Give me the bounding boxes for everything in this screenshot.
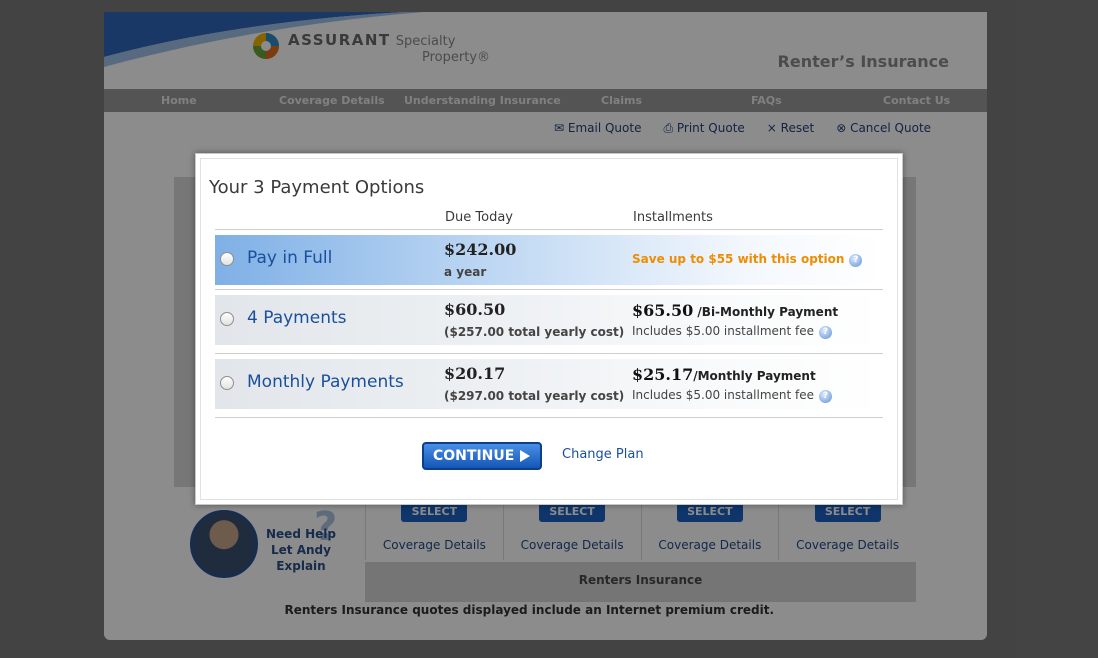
price-subtext: ($297.00 total yearly cost) <box>444 389 625 403</box>
help-icon[interactable]: ? <box>819 326 833 339</box>
monthly-payments-radio[interactable] <box>220 376 234 390</box>
due-today-price: $20.17 <box>444 364 506 383</box>
due-today-price: $60.50 <box>444 300 506 319</box>
divider <box>215 289 883 290</box>
change-plan-link[interactable]: Change Plan <box>562 447 644 462</box>
installment-fee-text: Includes $5.00 installment fee <box>632 388 815 402</box>
option-4-payments[interactable]: 4 Payments $60.50 ($257.00 total yearly … <box>215 295 883 345</box>
dialog-title: Your 3 Payment Options <box>209 177 425 198</box>
installment-amount: $25.17/Monthly Payment <box>632 365 816 384</box>
installment-amount: $65.50 /Bi-Monthly Payment <box>632 301 838 320</box>
continue-button[interactable]: CONTINUE <box>422 442 542 470</box>
price-subtext: a year <box>444 265 487 279</box>
due-today-header: Due Today <box>445 210 513 225</box>
installment-fee: Includes $5.00 installment fee? <box>632 388 833 403</box>
due-today-price: $242.00 <box>444 240 517 259</box>
price-subtext: ($257.00 total yearly cost) <box>444 325 625 339</box>
installment-period: /Bi-Monthly Payment <box>693 305 839 319</box>
installment-price: $25.17 <box>632 365 694 384</box>
installment-fee-text: Includes $5.00 installment fee <box>632 324 815 338</box>
divider <box>215 229 883 230</box>
option-pay-in-full[interactable]: Pay in Full $242.00 a year Save up to $5… <box>215 235 883 285</box>
help-icon[interactable]: ? <box>849 254 863 267</box>
installment-price: $65.50 <box>632 301 694 320</box>
help-icon[interactable]: ? <box>819 390 833 403</box>
option-label[interactable]: Monthly Payments <box>247 372 404 392</box>
savings-text: Save up to $55 with this option <box>632 252 845 266</box>
play-arrow-icon <box>520 450 530 462</box>
four-payments-radio[interactable] <box>220 312 234 326</box>
option-label[interactable]: 4 Payments <box>247 308 347 328</box>
savings-note: Save up to $55 with this option? <box>632 252 863 267</box>
payment-options-dialog: Your 3 Payment Options Due Today Install… <box>195 153 903 505</box>
divider <box>215 417 883 418</box>
option-monthly-payments[interactable]: Monthly Payments $20.17 ($297.00 total y… <box>215 359 883 409</box>
installment-fee: Includes $5.00 installment fee? <box>632 324 833 339</box>
divider <box>215 353 883 354</box>
installments-header: Installments <box>633 210 713 225</box>
option-label[interactable]: Pay in Full <box>247 248 332 268</box>
installment-period: /Monthly Payment <box>693 369 816 383</box>
pay-in-full-radio[interactable] <box>220 252 234 266</box>
continue-label: CONTINUE <box>433 448 515 464</box>
